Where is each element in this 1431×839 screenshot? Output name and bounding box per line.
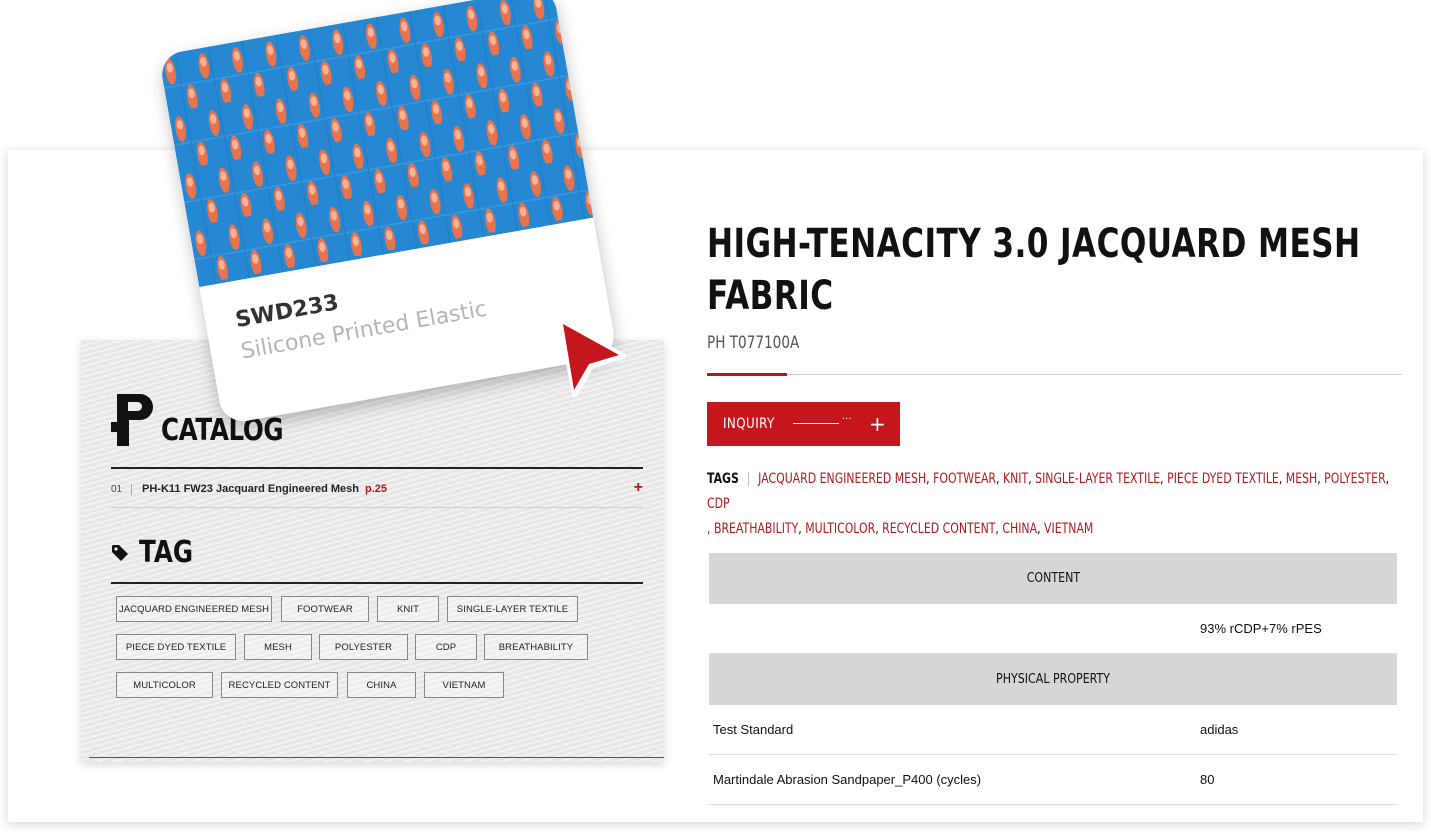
- content-value: 93% rCDP+7% rPES: [1200, 621, 1322, 636]
- tag-divider: [111, 582, 643, 584]
- tag-chip[interactable]: JACQUARD ENGINEERED MESH: [116, 596, 272, 622]
- catalog-item-page: p.25: [365, 483, 388, 495]
- tag-link[interactable]: FOOTWEAR: [933, 471, 996, 487]
- tag-link[interactable]: KNIT: [1003, 471, 1028, 487]
- tag-link[interactable]: BREATHABILITY: [714, 521, 798, 537]
- tags-label: TAGS: [707, 471, 739, 487]
- tag-icon: [111, 544, 129, 562]
- product-code-rule: [707, 374, 1402, 375]
- tag-chip[interactable]: CDP: [415, 634, 477, 660]
- spec-key: Test Standard: [713, 722, 794, 737]
- product-tags: TAGS | JACQUARD ENGINEERED MESH, FOOTWEAR,…: [707, 471, 1390, 537]
- inquiry-button-line: [793, 423, 839, 424]
- tag-chip[interactable]: POLYESTER: [319, 634, 408, 660]
- plus-icon: +: [869, 412, 886, 436]
- tag-link[interactable]: JACQUARD ENGINEERED MESH: [758, 471, 926, 487]
- tag-header: TAG: [111, 538, 205, 568]
- catalog-item-name[interactable]: PH-K11 FW23 Jacquard Engineered Mesh: [142, 483, 359, 495]
- tag-chip[interactable]: CHINA: [347, 672, 416, 698]
- product-code: PH T077100A: [707, 333, 800, 353]
- panel-bottom-rule: [89, 757, 664, 758]
- spec-key: Martindale Abrasion Sandpaper_P400 (cycl…: [713, 772, 982, 787]
- cursor-arrow-icon: [558, 319, 626, 397]
- content-row: 93% rCDP+7% rPES: [709, 604, 1397, 654]
- inquiry-button[interactable]: INQUIRY ··· +: [707, 402, 900, 446]
- tag-chip[interactable]: BREATHABILITY: [484, 634, 588, 660]
- catalog-item[interactable]: 01 PH-K11 FW23 Jacquard Engineered Mesh …: [111, 478, 643, 500]
- spec-table: CONTENT 93% rCDP+7% rPES PHYSICAL PROPER…: [709, 553, 1397, 805]
- tag-chip[interactable]: SINGLE-LAYER TEXTILE: [447, 596, 578, 622]
- tag-link[interactable]: MULTICOLOR: [805, 521, 875, 537]
- catalog-item-separator: [131, 483, 132, 495]
- spec-row: Martindale Abrasion Sandpaper_P400 (cycl…: [709, 755, 1397, 805]
- tag-chip[interactable]: VIETNAM: [424, 672, 504, 698]
- tag-link[interactable]: POLYESTER: [1324, 471, 1385, 487]
- catalog-title: CATALOG: [161, 413, 284, 448]
- tag-chip[interactable]: MULTICOLOR: [116, 672, 213, 698]
- catalog-divider: [111, 467, 643, 469]
- tag-link[interactable]: CHINA: [1002, 521, 1037, 537]
- tags-separator: |: [746, 471, 751, 487]
- spec-row: Test Standard adidas: [709, 705, 1397, 755]
- tag-chip[interactable]: KNIT: [377, 596, 439, 622]
- fabric-swatch-image: [158, 0, 594, 288]
- tag-link[interactable]: VIETNAM: [1044, 521, 1093, 537]
- brand-logo-icon: [111, 392, 155, 448]
- tag-link[interactable]: RECYCLED CONTENT: [882, 521, 995, 537]
- catalog-row-divider: [111, 507, 643, 508]
- physical-property-header: PHYSICAL PROPERTY: [709, 654, 1397, 705]
- tag-chip[interactable]: RECYCLED CONTENT: [221, 672, 338, 698]
- inquiry-button-dots: ···: [842, 414, 852, 425]
- tag-chip[interactable]: PIECE DYED TEXTILE: [116, 634, 236, 660]
- product-code-rule-accent: [707, 373, 787, 376]
- tag-link[interactable]: MESH: [1286, 471, 1317, 487]
- spec-value: adidas: [1200, 722, 1239, 737]
- sample-card[interactable]: SWD233 Silicone Printed Elastic: [158, 0, 618, 425]
- product-title-line2: FABRIC: [707, 273, 834, 319]
- tag-chip[interactable]: FOOTWEAR: [281, 596, 369, 622]
- spec-value: 80: [1200, 772, 1215, 787]
- catalog-item-expand-icon[interactable]: +: [634, 478, 643, 498]
- catalog-item-number: 01: [111, 483, 123, 495]
- tag-chip[interactable]: MESH: [244, 634, 312, 660]
- content-header: CONTENT: [709, 553, 1397, 604]
- tag-link[interactable]: SINGLE-LAYER TEXTILE: [1035, 471, 1160, 487]
- tag-link[interactable]: PIECE DYED TEXTILE: [1167, 471, 1279, 487]
- tag-link[interactable]: CDP: [707, 496, 730, 512]
- product-title: HIGH-TENACITY 3.0 JACQUARD MESH FABRIC: [707, 218, 1397, 322]
- tag-title: TAG: [139, 535, 194, 570]
- inquiry-button-label: INQUIRY: [723, 416, 775, 432]
- product-title-line1: HIGH-TENACITY 3.0 JACQUARD MESH: [707, 221, 1361, 267]
